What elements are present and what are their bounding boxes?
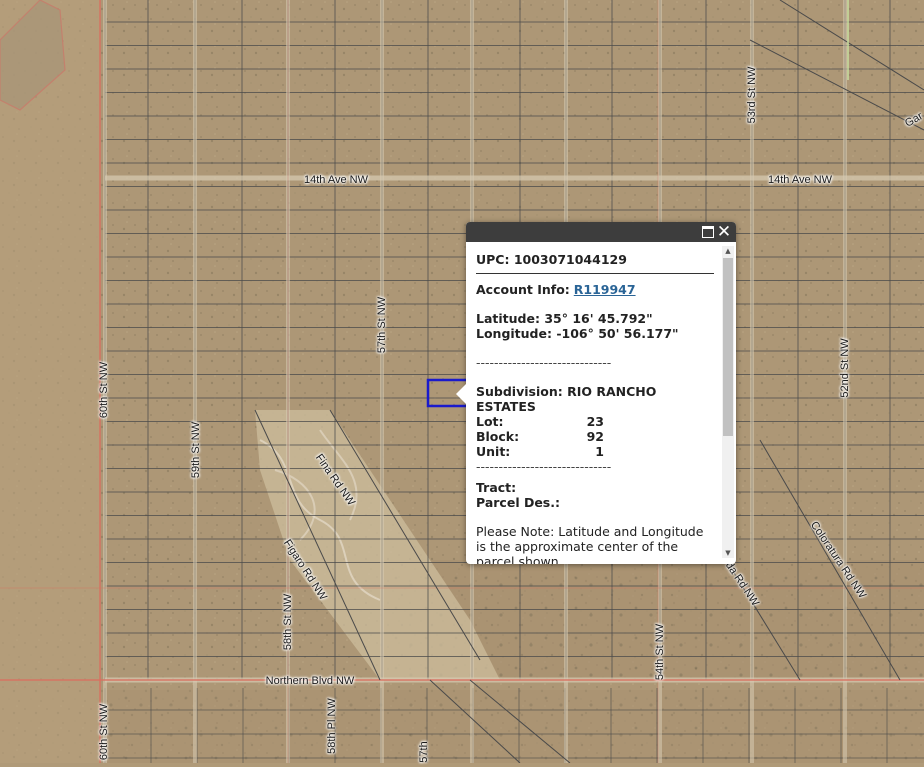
- road-label-54th-st-nw: 54th St NW: [654, 624, 666, 680]
- unit-value: 1: [564, 444, 604, 459]
- latitude-value: 35° 16' 45.792": [544, 311, 652, 326]
- road-label-57th-partial: 57th: [418, 741, 430, 762]
- note-text: Please Note: Latitude and Longitude is t…: [476, 524, 714, 564]
- longitude-value: -106° 50' 56.177": [556, 326, 678, 341]
- subdivision-row: Subdivision: RIO RANCHO ESTATES: [476, 384, 714, 414]
- road-label-60th-st-nw-bottom: 60th St NW: [98, 704, 110, 760]
- popup-header: ✕: [466, 222, 736, 242]
- popup-pointer: [456, 384, 466, 404]
- road-label-northern-blvd-nw: Northern Blvd NW: [266, 675, 355, 687]
- map-imagery[interactable]: [0, 0, 924, 763]
- map-view[interactable]: 14th Ave NW 14th Ave NW 53rd St NW 57th …: [0, 0, 924, 763]
- popup-content[interactable]: UPC: 1003071044129 Account Info: R119947…: [466, 242, 736, 564]
- scroll-thumb[interactable]: [723, 258, 733, 436]
- popup-scrollbar[interactable]: ▲ ▼: [722, 246, 734, 558]
- latitude-label: Latitude:: [476, 311, 540, 326]
- block-row: Block: 92: [476, 429, 714, 444]
- unit-row: Unit: 1: [476, 444, 714, 459]
- popup-title: UPC: 1003071044129: [476, 252, 714, 274]
- lot-label: Lot:: [476, 414, 564, 429]
- road-label-58th-pl-nw: 58th Pl NW: [326, 698, 338, 754]
- block-value: 92: [564, 429, 604, 444]
- account-info-label: Account Info:: [476, 282, 570, 297]
- latitude-row: Latitude: 35° 16' 45.792": [476, 311, 714, 326]
- separator-2: ------------------------------: [476, 459, 714, 474]
- road-label-57th-st-nw: 57th St NW: [376, 297, 388, 353]
- longitude-label: Longitude:: [476, 326, 552, 341]
- longitude-row: Longitude: -106° 50' 56.177": [476, 326, 714, 341]
- road-label-52nd-st-nw: 52nd St NW: [839, 338, 851, 397]
- scroll-up-icon[interactable]: ▲: [722, 246, 734, 256]
- road-label-58th-st-nw: 58th St NW: [282, 594, 294, 650]
- upc-label: UPC:: [476, 252, 509, 267]
- road-label-14th-ave-nw-left: 14th Ave NW: [304, 174, 368, 186]
- subdivision-label: Subdivision:: [476, 384, 563, 399]
- upc-value: 1003071044129: [514, 252, 627, 267]
- road-label-60th-st-nw: 60th St NW: [98, 362, 110, 418]
- close-icon[interactable]: ✕: [716, 223, 732, 241]
- account-link[interactable]: R119947: [574, 282, 636, 297]
- lot-value: 23: [564, 414, 604, 429]
- separator: ------------------------------: [476, 355, 714, 370]
- road-label-59th-st-nw: 59th St NW: [190, 422, 202, 478]
- parcel-des-label: Parcel Des.:: [476, 495, 714, 510]
- lot-row: Lot: 23: [476, 414, 714, 429]
- road-label-14th-ave-nw-right: 14th Ave NW: [768, 174, 832, 186]
- maximize-icon[interactable]: [702, 226, 714, 238]
- unit-label: Unit:: [476, 444, 564, 459]
- tract-label: Tract:: [476, 480, 714, 495]
- block-label: Block:: [476, 429, 564, 444]
- road-label-53rd-st-nw: 53rd St NW: [746, 67, 758, 124]
- scroll-down-icon[interactable]: ▼: [722, 548, 734, 558]
- parcel-info-popup[interactable]: ✕ UPC: 1003071044129 Account Info: R1199…: [466, 222, 736, 564]
- account-info-row: Account Info: R119947: [476, 282, 714, 297]
